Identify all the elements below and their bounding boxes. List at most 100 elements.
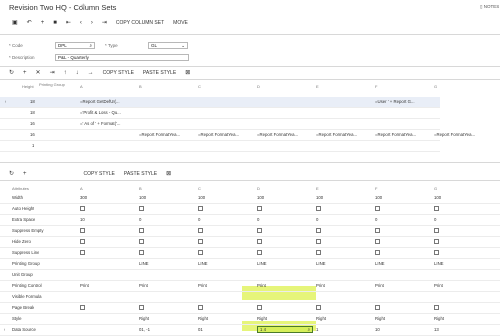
attribute-cell[interactable]: Print <box>80 283 136 288</box>
attribute-cell[interactable]: 100 <box>434 195 490 200</box>
attribute-cell[interactable]: 10 <box>80 217 136 222</box>
type-select[interactable]: GL ⌄ <box>148 42 188 49</box>
table-row[interactable]: 1 <box>0 141 440 152</box>
delete-icon[interactable]: ■ <box>53 20 57 26</box>
checkbox[interactable] <box>316 239 321 244</box>
col-header-b[interactable]: B <box>139 84 142 89</box>
checkbox[interactable] <box>316 228 321 233</box>
attribute-cell[interactable]: 0 <box>257 217 313 222</box>
checkbox[interactable] <box>80 206 85 211</box>
row-height[interactable]: 1 <box>32 143 34 148</box>
checkbox[interactable] <box>375 206 380 211</box>
col-header-c[interactable]: C <box>198 84 201 89</box>
checkbox[interactable] <box>198 305 203 310</box>
attribute-cell[interactable]: Print <box>257 283 313 288</box>
attribute-cell[interactable]: LINE <box>198 261 254 266</box>
cell-a[interactable]: =Report GetDefUI(... <box>80 99 136 104</box>
row-height[interactable]: 18 <box>30 99 35 104</box>
attribute-cell[interactable]: 0 <box>316 217 372 222</box>
attribute-cell[interactable]: 01 <box>198 327 254 332</box>
attribute-cell[interactable]: LINE <box>257 261 313 266</box>
attribute-cell[interactable]: 0 <box>375 217 431 222</box>
checkbox[interactable] <box>139 206 144 211</box>
paste-style-button[interactable]: PASTE STYLE <box>143 70 176 76</box>
delete-row-icon[interactable]: ✕ <box>36 69 41 76</box>
checkbox[interactable] <box>434 206 439 211</box>
table-row[interactable]: › 18 =Report GetDefUI(... =User ' + Repo… <box>0 97 440 108</box>
checkbox[interactable] <box>375 305 380 310</box>
description-field[interactable]: P&L - Quarterly <box>55 54 189 61</box>
checkbox[interactable] <box>434 239 439 244</box>
attribute-cell[interactable]: LINE <box>375 261 431 266</box>
checkbox[interactable] <box>257 250 262 255</box>
checkbox[interactable] <box>80 250 85 255</box>
checkbox[interactable] <box>316 250 321 255</box>
checkbox[interactable] <box>198 250 203 255</box>
checkbox[interactable] <box>375 250 380 255</box>
search-icon[interactable]: ⌕ <box>89 43 92 48</box>
excel-export-icon[interactable]: ⊠ <box>185 69 190 76</box>
move-right-icon[interactable]: → <box>88 70 94 76</box>
row-height[interactable]: 16 <box>30 132 35 137</box>
refresh-icon[interactable]: ↻ <box>9 170 14 177</box>
checkbox[interactable] <box>257 239 262 244</box>
attribute-cell[interactable]: Right <box>434 316 490 321</box>
checkbox[interactable] <box>434 305 439 310</box>
cell-b[interactable]: =Report FormatYea... <box>139 132 195 137</box>
attribute-cell[interactable]: 1 4 ⌕ <box>257 326 313 333</box>
col-header-a[interactable]: A <box>80 84 83 89</box>
copy-style-button[interactable]: COPY STYLE <box>84 171 115 177</box>
attribute-cell[interactable]: Print <box>434 283 490 288</box>
checkbox[interactable] <box>434 250 439 255</box>
checkbox[interactable] <box>316 305 321 310</box>
attribute-cell[interactable]: Right <box>257 316 313 321</box>
attribute-cell[interactable]: LINE <box>434 261 490 266</box>
checkbox[interactable] <box>434 228 439 233</box>
notes-link[interactable]: ▯ NOTES <box>480 4 499 10</box>
attribute-cell[interactable]: Right <box>316 316 372 321</box>
attribute-cell[interactable]: 13 <box>434 327 490 332</box>
checkbox[interactable] <box>257 206 262 211</box>
last-record-icon[interactable]: ⇥ <box>102 19 107 26</box>
table-row[interactable]: 18 ='Profit & Loss - Qu... <box>0 108 440 119</box>
attribute-cell[interactable]: Print <box>139 283 195 288</box>
cell-d[interactable]: =Report FormatYea... <box>257 132 313 137</box>
copy-style-button[interactable]: COPY STYLE <box>103 70 134 76</box>
checkbox[interactable] <box>139 250 144 255</box>
attribute-cell[interactable]: Print <box>198 283 254 288</box>
checkbox[interactable] <box>375 239 380 244</box>
col-header-printing-group[interactable]: Printing Group <box>39 82 69 87</box>
code-field[interactable]: DPL ⌕ <box>55 42 95 49</box>
attribute-cell[interactable]: 0 <box>434 217 490 222</box>
attribute-cell[interactable]: Print <box>316 283 372 288</box>
checkbox[interactable] <box>139 305 144 310</box>
attribute-cell[interactable]: 100 <box>257 195 313 200</box>
attribute-cell[interactable]: Print <box>375 283 431 288</box>
cell-g[interactable]: =Report FormatYea... <box>434 132 490 137</box>
attribute-cell[interactable]: 0 <box>139 217 195 222</box>
checkbox[interactable] <box>375 228 380 233</box>
excel-export-icon[interactable]: ⊠ <box>166 170 171 177</box>
copy-column-set-button[interactable]: COPY COLUMN SET <box>116 20 164 26</box>
attribute-cell[interactable]: Right <box>139 316 195 321</box>
add-row-icon[interactable]: + <box>23 70 27 76</box>
checkbox[interactable] <box>198 228 203 233</box>
checkbox[interactable] <box>139 228 144 233</box>
checkbox[interactable] <box>198 206 203 211</box>
checkbox[interactable] <box>80 239 85 244</box>
cell-f[interactable]: =User ' + Report G... <box>375 99 431 104</box>
paste-style-button[interactable]: PASTE STYLE <box>124 171 157 177</box>
col-header-e[interactable]: E <box>316 84 319 89</box>
attribute-cell[interactable]: Right <box>375 316 431 321</box>
search-icon[interactable]: ⌕ <box>308 327 310 332</box>
first-record-icon[interactable]: ⇤ <box>66 19 71 26</box>
attribute-cell[interactable]: 10 <box>375 327 431 332</box>
save-icon[interactable]: ▣ <box>12 19 18 26</box>
next-record-icon[interactable]: › <box>91 20 93 26</box>
attribute-cell[interactable]: 100 <box>139 195 195 200</box>
checkbox[interactable] <box>257 228 262 233</box>
checkbox[interactable] <box>80 305 85 310</box>
col-header-f[interactable]: F <box>375 84 377 89</box>
favorite-star-icon[interactable]: ★ <box>80 2 86 10</box>
col-header-d[interactable]: D <box>257 84 260 89</box>
